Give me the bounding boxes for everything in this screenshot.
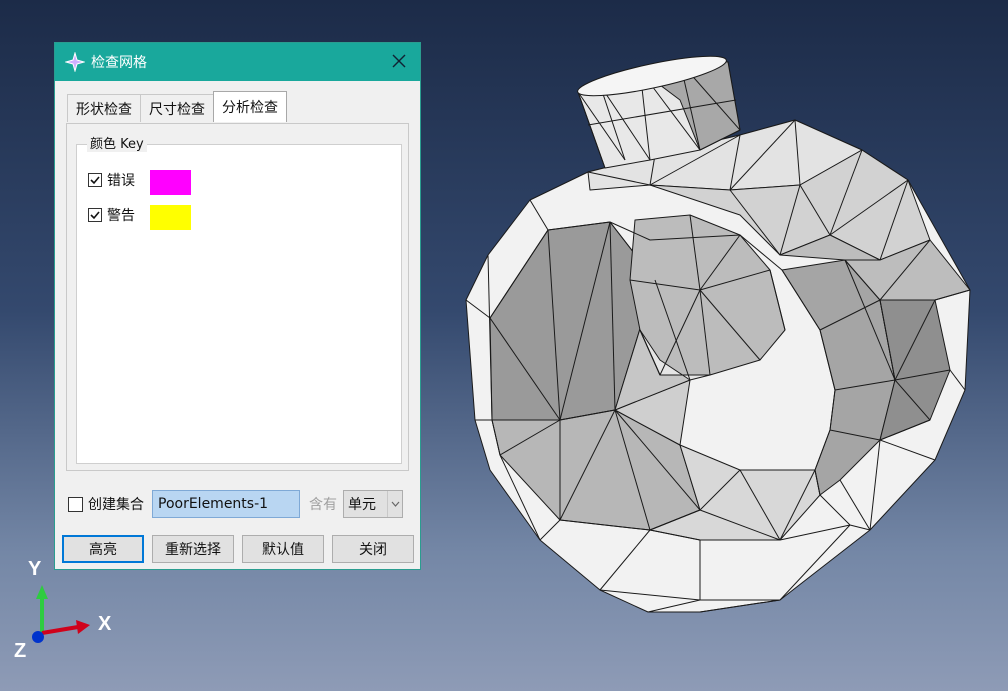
contains-select[interactable]: 单元 bbox=[343, 490, 403, 518]
analysis-checks-panel: 颜色 Key 错误 警告 bbox=[66, 123, 409, 471]
warning-row: 警告 bbox=[88, 205, 135, 225]
axis-triad: Y X Z bbox=[14, 558, 112, 662]
close-button[interactable]: 关闭 bbox=[332, 535, 414, 563]
warning-label: 警告 bbox=[107, 208, 135, 224]
checkmark-icon bbox=[90, 176, 100, 185]
z-axis-label: Z bbox=[14, 640, 26, 662]
error-label: 错误 bbox=[107, 173, 135, 189]
tab-shape-checks[interactable]: 形状检查 bbox=[67, 94, 141, 122]
color-key-legend: 颜色 Key bbox=[87, 133, 147, 152]
tab-analysis-checks[interactable]: 分析检查 bbox=[213, 91, 287, 122]
create-set-label: 创建集合 bbox=[88, 497, 144, 513]
y-axis-arrowhead bbox=[36, 585, 48, 599]
create-set-row: 创建集合 PoorElements-1 含有 单元 bbox=[68, 489, 413, 519]
contains-label: 含有 bbox=[309, 497, 337, 513]
verify-mesh-dialog: 检查网格 形状检查 尺寸检查 分析检查 颜色 Key 错误 警告 创建集合 Po… bbox=[54, 42, 421, 570]
tab-bar: 形状检查 尺寸检查 分析检查 bbox=[67, 91, 287, 124]
mesh-part[interactable] bbox=[465, 48, 971, 613]
dialog-title: 检查网格 bbox=[91, 55, 147, 71]
error-checkbox[interactable] bbox=[88, 173, 102, 187]
app-icon bbox=[65, 52, 85, 72]
y-axis-label: Y bbox=[28, 558, 42, 580]
chevron-down-icon[interactable] bbox=[387, 491, 402, 517]
x-axis-arrowhead bbox=[76, 620, 90, 634]
defaults-button[interactable]: 默认值 bbox=[242, 535, 324, 563]
dialog-titlebar[interactable]: 检查网格 bbox=[55, 43, 420, 81]
z-axis-dot bbox=[32, 631, 44, 643]
color-key-group bbox=[76, 144, 402, 464]
x-axis-label: X bbox=[98, 613, 112, 635]
checkmark-icon bbox=[90, 211, 100, 220]
contains-select-value: 单元 bbox=[348, 497, 376, 513]
tab-size-checks[interactable]: 尺寸检查 bbox=[140, 94, 214, 122]
close-icon[interactable] bbox=[390, 52, 408, 70]
reselect-button[interactable]: 重新选择 bbox=[152, 535, 234, 563]
set-name-input[interactable]: PoorElements-1 bbox=[152, 490, 300, 518]
create-set-checkbox[interactable] bbox=[68, 496, 83, 512]
warning-color-swatch[interactable] bbox=[150, 205, 191, 230]
warning-checkbox[interactable] bbox=[88, 208, 102, 222]
error-row: 错误 bbox=[88, 170, 135, 190]
x-axis-arrow bbox=[41, 625, 79, 635]
error-color-swatch[interactable] bbox=[150, 170, 191, 195]
